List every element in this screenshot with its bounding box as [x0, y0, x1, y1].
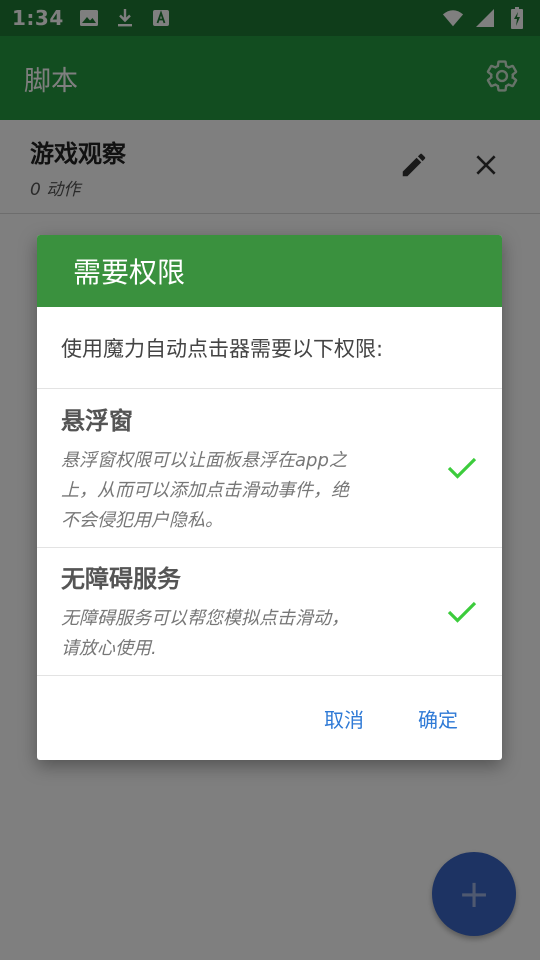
- permission-dialog: 需要权限 使用魔力自动点击器需要以下权限: 悬浮窗 悬浮窗权限可以让面板悬浮在a…: [37, 235, 502, 760]
- permission-description-line: 无障碍服务可以帮您模拟点击滑动，: [61, 608, 349, 629]
- check-icon: [444, 450, 480, 486]
- dialog-title: 需要权限: [37, 235, 502, 307]
- permission-overlay[interactable]: 悬浮窗 悬浮窗权限可以让面板悬浮在app之 上，从而可以添加点击滑动事件，绝 不…: [37, 389, 502, 548]
- confirm-button[interactable]: 确定: [418, 704, 458, 733]
- permission-accessibility[interactable]: 无障碍服务 无障碍服务可以帮您模拟点击滑动， 请放心使用.: [37, 548, 502, 676]
- permission-title: 悬浮窗: [61, 406, 133, 435]
- permission-description: 无障碍服务可以帮您模拟点击滑动， 请放心使用.: [61, 604, 424, 664]
- dialog-actions: 取消 确定: [37, 676, 502, 760]
- dialog-intro-text: 使用魔力自动点击器需要以下权限:: [37, 307, 502, 389]
- permission-description: 悬浮窗权限可以让面板悬浮在app之 上，从而可以添加点击滑动事件，绝 不会侵犯用…: [61, 446, 424, 536]
- cancel-button[interactable]: 取消: [324, 704, 364, 733]
- permission-description-line: 不会侵犯用户隐私。: [61, 509, 223, 531]
- screen: 1:34 脚本: [0, 0, 540, 960]
- permission-description-line: 悬浮窗权限可以让面板悬浮在app之: [61, 449, 347, 471]
- permission-title: 无障碍服务: [61, 565, 181, 593]
- permission-description-line: 上，从而可以添加点击滑动事件，绝: [61, 479, 349, 501]
- permission-description-line: 请放心使用.: [61, 638, 157, 659]
- check-icon: [444, 594, 480, 630]
